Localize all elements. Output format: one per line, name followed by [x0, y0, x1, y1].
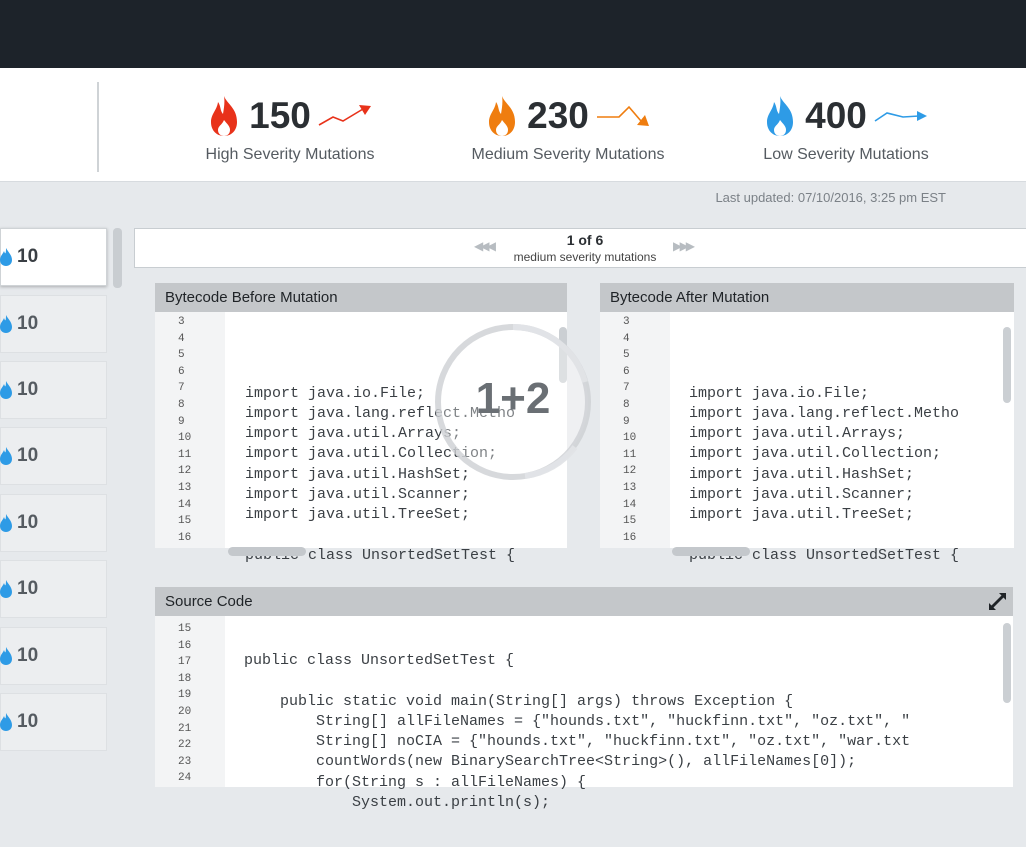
medium-severity-label: Medium Severity Mutations	[471, 146, 665, 163]
last-updated-text: Last updated: 07/10/2016, 3:25 pm EST	[715, 190, 946, 205]
flame-icon	[0, 647, 12, 665]
list-item-count: 10	[17, 246, 39, 267]
trend-flat-icon	[874, 111, 927, 122]
expand-icon[interactable]	[988, 592, 1007, 611]
flame-icon	[0, 315, 12, 333]
trend-up-icon	[318, 105, 371, 126]
flame-icon	[489, 96, 516, 136]
vertical-scrollbar[interactable]	[1003, 623, 1011, 703]
horizontal-scrollbar[interactable]	[228, 547, 306, 556]
high-severity-count: 150	[249, 95, 311, 136]
list-item[interactable]: 10	[0, 228, 107, 286]
vertical-scrollbar[interactable]	[1003, 327, 1011, 403]
horizontal-scrollbar[interactable]	[672, 547, 750, 556]
summary-divider	[97, 82, 99, 172]
list-item-count: 10	[17, 379, 39, 400]
flame-icon	[0, 248, 12, 266]
spinner-label: 1+2	[475, 374, 551, 423]
low-severity-stat[interactable]: 400 Low Severity Mutations	[726, 90, 966, 164]
low-severity-label: Low Severity Mutations	[763, 146, 929, 163]
flame-icon	[767, 96, 794, 136]
flame-icon	[0, 580, 12, 598]
list-item-count: 10	[17, 711, 39, 732]
list-item[interactable]: 10	[0, 427, 107, 485]
line-numbers: 3 4 5 6 7 8 9 10 11 12 13 14 15 16	[623, 316, 637, 544]
list-item[interactable]: 10	[0, 361, 107, 419]
mutation-pager: ◀◀ ◀ 1 of 6 medium severity mutations ▶ …	[134, 228, 1026, 268]
list-item-count: 10	[17, 512, 39, 533]
list-item-count: 10	[17, 445, 39, 466]
list-item[interactable]: 10	[0, 494, 107, 552]
pager-subtitle: medium severity mutations	[513, 250, 657, 264]
list-item[interactable]: 10	[0, 627, 107, 685]
pager-position: 1 of 6	[566, 232, 604, 248]
trend-down-icon	[596, 105, 649, 126]
medium-severity-count: 230	[527, 95, 589, 136]
top-navigation-bar	[0, 0, 1026, 68]
flame-icon	[0, 514, 12, 532]
source-code-title: Source Code	[155, 587, 1013, 616]
bytecode-after-code[interactable]: import java.io.File; import java.lang.ref…	[689, 309, 995, 600]
flame-icon	[0, 447, 12, 465]
flame-icon	[0, 713, 12, 731]
high-severity-label: High Severity Mutations	[205, 146, 375, 163]
severity-summary: 150 High Severity Mutations 230 Medium S…	[0, 68, 1026, 182]
mutation-list: 10 10 10 10 10 10 10 10	[0, 228, 110, 788]
list-item-count: 10	[17, 578, 39, 599]
low-severity-count: 400	[805, 95, 867, 136]
source-code-text[interactable]: public class UnsortedSetTest { public st…	[244, 617, 996, 847]
bytecode-before-title: Bytecode Before Mutation	[155, 283, 567, 312]
medium-severity-stat[interactable]: 230 Medium Severity Mutations	[448, 90, 688, 164]
list-item[interactable]: 10	[0, 560, 107, 618]
list-scrollbar[interactable]	[113, 228, 122, 288]
bytecode-after-title: Bytecode After Mutation	[600, 283, 1014, 312]
list-item-count: 10	[17, 313, 39, 334]
line-numbers: 15 16 17 18 19 20 21 22 23 24	[178, 623, 192, 785]
list-item-count: 10	[17, 645, 39, 666]
list-item[interactable]: 10	[0, 295, 107, 353]
next-arrows-icon[interactable]: ▶ ▶▶	[673, 239, 695, 253]
line-numbers: 3 4 5 6 7 8 9 10 11 12 13 14 15 16	[178, 316, 192, 544]
source-code-panel: Source Code 15 16 17 18 19 20 21 22 23 24 public …	[155, 587, 1013, 811]
bytecode-after-panel: Bytecode After Mutation 3 4 5 6 7 8 9 10 11 12 13 1…	[600, 283, 1014, 564]
list-item[interactable]: 10	[0, 693, 107, 751]
high-severity-stat[interactable]: 150 High Severity Mutations	[170, 90, 410, 164]
flame-icon	[0, 381, 12, 399]
flame-icon	[211, 96, 238, 136]
